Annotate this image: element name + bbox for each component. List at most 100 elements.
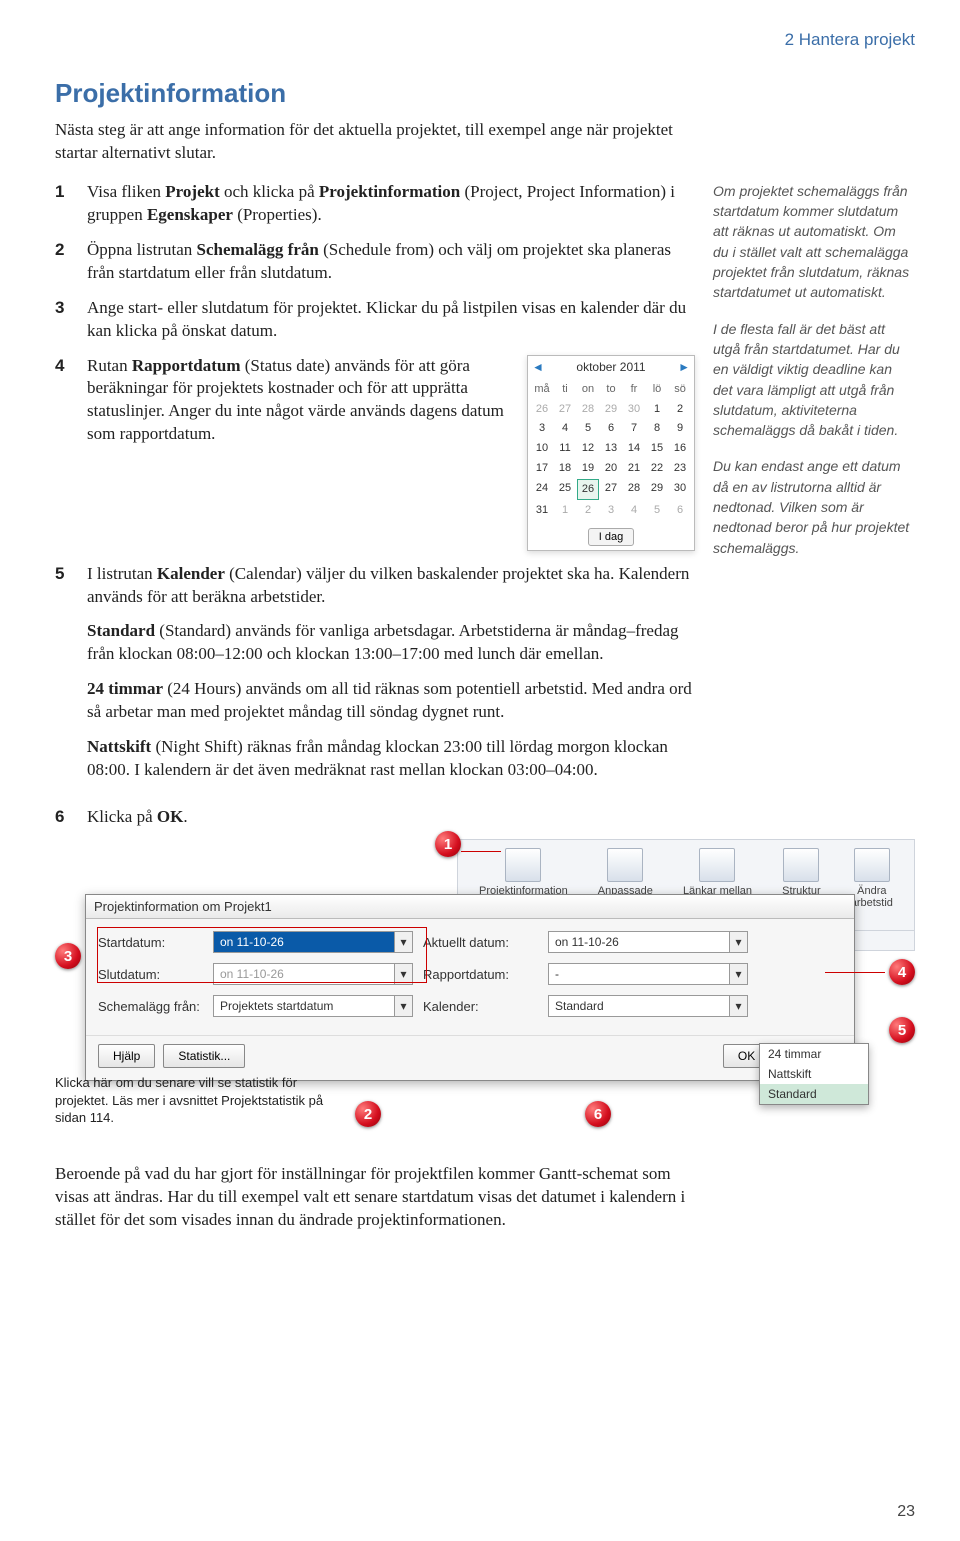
calendar-day[interactable]: 22 — [646, 459, 668, 478]
calendar-weekday: to — [600, 380, 622, 399]
text: (Standard) används för vanliga arbetsdag… — [87, 621, 679, 663]
step-6: 6 Klicka på OK. — [55, 806, 695, 829]
figure-area: ProjektinformationAnpassade fältLänkar m… — [55, 839, 915, 1129]
calendar-day[interactable]: 24 — [531, 479, 553, 500]
field-schedulefrom[interactable]: Projektets startdatum▾ — [213, 995, 413, 1017]
calendar-day[interactable]: 30 — [623, 400, 645, 419]
text: I listrutan — [87, 564, 157, 583]
text: Öppna listrutan — [87, 240, 197, 259]
term: Nattskift — [87, 737, 151, 756]
calendar-day[interactable]: 9 — [669, 419, 691, 438]
calendar-weekday: ti — [554, 380, 576, 399]
field-reportdate[interactable]: -▾ — [548, 963, 748, 985]
dropdown-icon[interactable]: ▾ — [729, 932, 747, 952]
calendar-day[interactable]: 19 — [577, 459, 599, 478]
calendar-day[interactable]: 1 — [554, 501, 576, 520]
text: Visa fliken — [87, 182, 165, 201]
calendar-weekday: må — [531, 380, 553, 399]
sidebar-note: I de flesta fall är det bäst att utgå fr… — [713, 319, 915, 441]
dropdown-option[interactable]: 24 timmar — [760, 1044, 868, 1064]
ribbon-item[interactable]: Struktur — [782, 848, 821, 897]
ribbon-item[interactable]: Projektinformation — [479, 848, 568, 897]
text: (Night Shift) räknas från måndag klockan… — [87, 737, 668, 779]
sidebar-note: Om projektet schemaläggs från startdatum… — [713, 181, 915, 303]
calendar-day[interactable]: 1 — [646, 400, 668, 419]
ribbon-item[interactable]: Ändra arbetstid — [851, 848, 893, 909]
calendar-day[interactable]: 28 — [623, 479, 645, 500]
calendar-day[interactable]: 27 — [554, 400, 576, 419]
ribbon-icon — [783, 848, 819, 882]
label-calendar: Kalender: — [423, 999, 538, 1014]
calendar-day[interactable]: 3 — [600, 501, 622, 520]
calendar-day[interactable]: 31 — [531, 501, 553, 520]
calendar-day[interactable]: 15 — [646, 439, 668, 458]
calendar-day[interactable]: 29 — [600, 400, 622, 419]
term: OK — [157, 807, 183, 826]
callout-3: 3 — [55, 943, 81, 969]
term: Egenskaper — [147, 205, 233, 224]
calendar-day[interactable]: 29 — [646, 479, 668, 500]
step-number: 3 — [55, 297, 73, 343]
step-number: 4 — [55, 355, 73, 551]
dropdown-option-selected[interactable]: Standard — [760, 1084, 868, 1104]
calendar-day[interactable]: 2 — [669, 400, 691, 419]
closing-paragraph: Beroende på vad du har gjort för inställ… — [55, 1163, 695, 1232]
dropdown-icon[interactable]: ▾ — [729, 996, 747, 1016]
calendar-day[interactable]: 18 — [554, 459, 576, 478]
calendar-day[interactable]: 5 — [646, 501, 668, 520]
calendar-weekday: on — [577, 380, 599, 399]
field-currentdate[interactable]: on 11-10-26▾ — [548, 931, 748, 953]
text: Rutan — [87, 356, 132, 375]
calendar-popup[interactable]: ◄ oktober 2011 ► måtiontofrlösö262728293… — [527, 355, 695, 551]
calendar-day[interactable]: 14 — [623, 439, 645, 458]
calendar-day[interactable]: 10 — [531, 439, 553, 458]
calendar-day[interactable]: 23 — [669, 459, 691, 478]
calendar-weekday: fr — [623, 380, 645, 399]
calendar-day[interactable]: 26 — [531, 400, 553, 419]
step-2: 2 Öppna listrutan Schemalägg från (Sched… — [55, 239, 695, 285]
figure-caption: Klicka här om du senare vill se statisti… — [55, 1074, 335, 1127]
callout-6: 6 — [585, 1101, 611, 1127]
calendar-day[interactable]: 28 — [577, 400, 599, 419]
calendar-day[interactable]: 16 — [669, 439, 691, 458]
calendar-day[interactable]: 17 — [531, 459, 553, 478]
step-number: 6 — [55, 806, 73, 829]
calendar-day[interactable]: 20 — [600, 459, 622, 478]
calendar-day[interactable]: 8 — [646, 419, 668, 438]
calendar-title: oktober 2011 — [576, 359, 645, 375]
calendar-today-button[interactable]: I dag — [588, 528, 634, 546]
calendar-day[interactable]: 4 — [623, 501, 645, 520]
calendar-day[interactable]: 30 — [669, 479, 691, 500]
step-5: 5 I listrutan Kalender (Calendar) väljer… — [55, 563, 695, 795]
calendar-day[interactable]: 26 — [577, 479, 599, 500]
calendar-next-icon[interactable]: ► — [678, 359, 690, 375]
sidebar-note: Du kan endast ange ett datum då en av li… — [713, 456, 915, 557]
text: (Properties). — [233, 205, 322, 224]
statistics-button[interactable]: Statistik... — [163, 1044, 245, 1068]
field-calendar[interactable]: Standard▾ — [548, 995, 748, 1017]
calendar-day[interactable]: 25 — [554, 479, 576, 500]
callout-connector — [825, 972, 885, 973]
calendar-day[interactable]: 4 — [554, 419, 576, 438]
calendar-day[interactable]: 7 — [623, 419, 645, 438]
calendar-day[interactable]: 2 — [577, 501, 599, 520]
help-button[interactable]: Hjälp — [98, 1044, 155, 1068]
calendar-dropdown[interactable]: 24 timmar Nattskift Standard — [759, 1043, 869, 1105]
calendar-day[interactable]: 11 — [554, 439, 576, 458]
main-column: 1 Visa fliken Projekt och klicka på Proj… — [55, 181, 695, 829]
calendar-day[interactable]: 13 — [600, 439, 622, 458]
step-4: 4 Rutan Rapportdatum (Status date) använ… — [55, 355, 695, 551]
calendar-prev-icon[interactable]: ◄ — [532, 359, 544, 375]
calendar-day[interactable]: 6 — [669, 501, 691, 520]
dropdown-icon[interactable]: ▾ — [729, 964, 747, 984]
ribbon-icon — [607, 848, 643, 882]
calendar-day[interactable]: 5 — [577, 419, 599, 438]
dropdown-option[interactable]: Nattskift — [760, 1064, 868, 1084]
calendar-day[interactable]: 3 — [531, 419, 553, 438]
dropdown-icon[interactable]: ▾ — [394, 996, 412, 1016]
calendar-day[interactable]: 12 — [577, 439, 599, 458]
calendar-day[interactable]: 21 — [623, 459, 645, 478]
calendar-day[interactable]: 6 — [600, 419, 622, 438]
step-number: 1 — [55, 181, 73, 227]
calendar-day[interactable]: 27 — [600, 479, 622, 500]
